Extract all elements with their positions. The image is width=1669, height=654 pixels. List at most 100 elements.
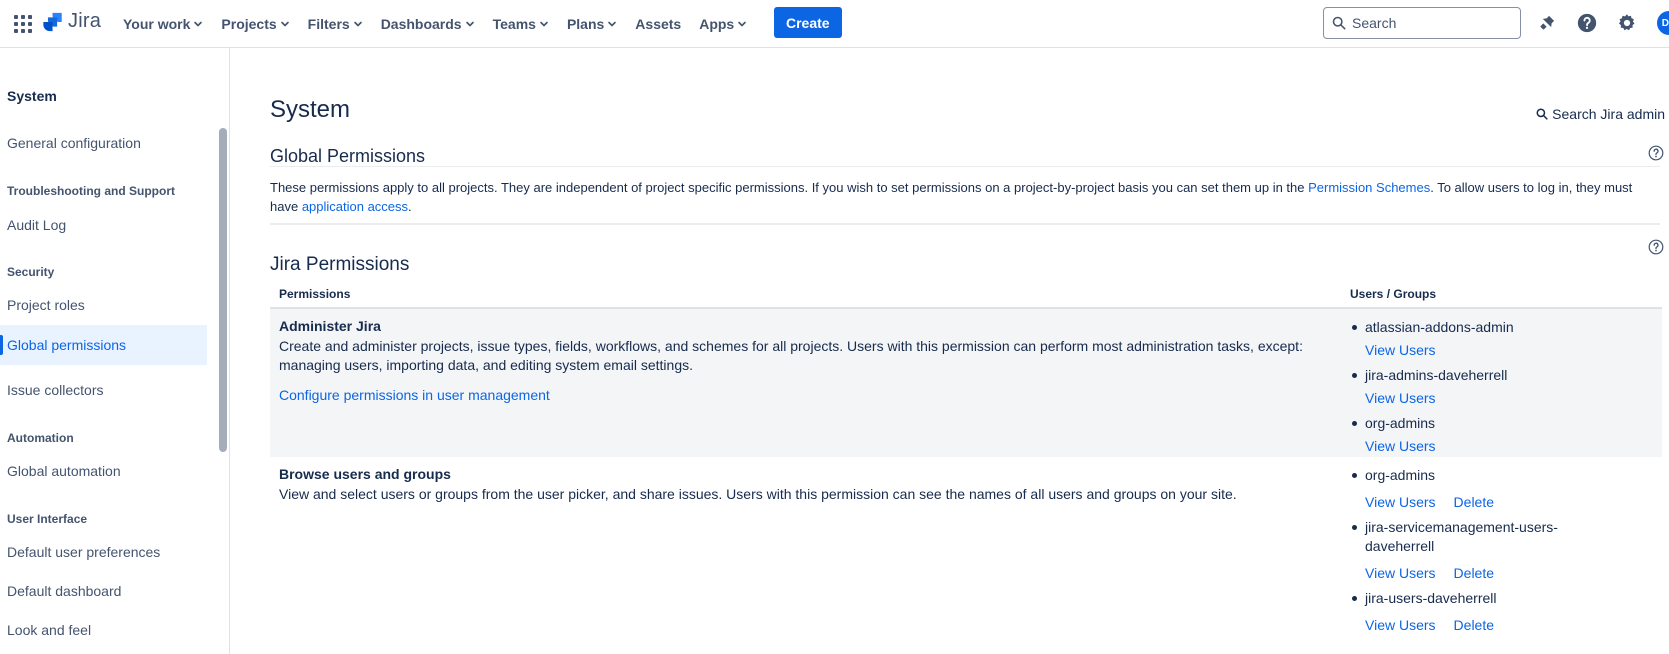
notifications-bell-icon[interactable]	[1535, 11, 1559, 35]
nav-item-your-work[interactable]: Your work	[123, 0, 203, 48]
main-content: System Search Jira admin Global Permissi…	[270, 48, 1669, 654]
application-access-link[interactable]: application access	[302, 199, 408, 214]
sidebar-item-project-roles[interactable]: Project roles	[0, 285, 207, 325]
permission-name: Browse users and groups	[279, 466, 451, 482]
chevron-down-icon	[608, 21, 617, 27]
search-box[interactable]	[1323, 7, 1521, 39]
sidebar-item-default-user-preferences[interactable]: Default user preferences	[0, 532, 207, 572]
view-users-link[interactable]: View Users	[1365, 342, 1436, 358]
chevron-down-icon	[353, 21, 362, 27]
search-jira-admin-link[interactable]: Search Jira admin	[1536, 106, 1665, 122]
chevron-down-icon	[738, 21, 747, 27]
nav-item-label: Projects	[221, 16, 277, 32]
search-icon	[1536, 108, 1548, 120]
permission-name: Administer Jira	[279, 318, 381, 334]
column-header-permissions: Permissions	[279, 287, 351, 301]
top-navigation: Jira Your work Projects Filters Dashboards T…	[0, 0, 1669, 48]
nav-item-dashboards[interactable]: Dashboards	[381, 0, 475, 48]
table-row: Administer Jira Create and administer pr…	[270, 309, 1662, 457]
sidebar-title: System	[7, 88, 57, 104]
group-name: jira-users-daveherrell	[1350, 589, 1650, 608]
groups-list: atlassian-addons-admin View Users jira-a…	[1350, 318, 1650, 462]
sidebar-section-troubleshooting: Troubleshooting and Support	[7, 184, 175, 198]
sidebar-item-global-automation[interactable]: Global automation	[0, 451, 207, 491]
divider	[270, 166, 1660, 167]
view-users-link[interactable]: View Users	[1365, 438, 1436, 454]
group-actions: View Users	[1350, 389, 1650, 408]
group-actions: View Users Delete	[1350, 616, 1650, 635]
group-name: atlassian-addons-admin	[1350, 318, 1650, 337]
nav-item-teams[interactable]: Teams	[493, 0, 549, 48]
list-item: org-admins View Users Delete	[1350, 466, 1650, 512]
nav-item-label: Plans	[566, 16, 605, 32]
delete-link[interactable]: Delete	[1454, 565, 1494, 581]
group-actions: View Users	[1350, 437, 1650, 456]
group-name: org-admins	[1350, 414, 1650, 433]
sidebar-item-general-configuration[interactable]: General configuration	[0, 123, 207, 163]
settings-gear-icon[interactable]	[1615, 11, 1639, 35]
delete-link[interactable]: Delete	[1454, 494, 1494, 510]
nav-item-label: Teams	[492, 16, 536, 32]
page-title: System	[270, 96, 351, 123]
nav-item-apps[interactable]: Apps	[699, 0, 747, 48]
view-users-link[interactable]: View Users	[1365, 617, 1436, 633]
group-actions: View Users	[1350, 341, 1650, 360]
app-switcher-icon[interactable]	[12, 13, 32, 33]
list-item: jira-users-daveherrell View Users Delete	[1350, 589, 1650, 635]
search-jira-admin-label: Search Jira admin	[1552, 106, 1665, 122]
nav-item-label: Dashboards	[380, 16, 462, 32]
sidebar-item-look-and-feel[interactable]: Look and feel	[0, 610, 207, 650]
user-avatar[interactable]: DH	[1657, 11, 1669, 35]
group-name: jira-admins-daveherrell	[1350, 366, 1650, 385]
chevron-down-icon	[194, 21, 203, 27]
table-header-row: Permissions Users / Groups	[270, 281, 1662, 309]
nav-item-label: Assets	[635, 16, 682, 32]
sidebar-item-audit-log[interactable]: Audit Log	[0, 205, 207, 245]
chevron-down-icon	[280, 21, 289, 27]
app-name: Jira	[68, 10, 102, 32]
list-item: jira-servicemanagement-users-daveherrell…	[1350, 518, 1650, 583]
sidebar-item-issue-collectors[interactable]: Issue collectors	[0, 370, 207, 410]
nav-item-plans[interactable]: Plans	[567, 0, 617, 48]
chevron-down-icon	[465, 21, 474, 27]
nav-item-projects[interactable]: Projects	[221, 0, 289, 48]
sidebar-section-security: Security	[7, 265, 55, 279]
view-users-link[interactable]: View Users	[1365, 390, 1436, 406]
permission-schemes-link[interactable]: Permission Schemes	[1308, 180, 1430, 195]
global-permissions-help-icon[interactable]	[1648, 145, 1664, 161]
nav-menu: Your work Projects Filters Dashboards Teams P…	[123, 0, 765, 48]
permission-description: View and select users or groups from the…	[279, 486, 1237, 502]
jira-logo-icon	[43, 12, 62, 31]
sidebar-scrollbar[interactable]	[219, 128, 227, 452]
create-button[interactable]: Create	[774, 7, 842, 38]
sidebar-item-default-dashboard[interactable]: Default dashboard	[0, 571, 207, 611]
permission-description: Create and administer projects, issue ty…	[279, 338, 1303, 373]
help-icon[interactable]	[1575, 11, 1599, 35]
chevron-down-icon	[540, 21, 548, 27]
list-item: atlassian-addons-admin View Users	[1350, 318, 1650, 360]
divider	[270, 223, 1660, 225]
table-row: Browse users and groups View and select …	[270, 457, 1662, 654]
permissions-table: Permissions Users / Groups Administer Ji…	[270, 281, 1662, 654]
group-name: jira-servicemanagement-users-daveherrell	[1350, 518, 1580, 556]
column-header-users-groups: Users / Groups	[1350, 287, 1437, 301]
configure-permissions-link[interactable]: Configure permissions in user management	[279, 387, 550, 403]
view-users-link[interactable]: View Users	[1365, 494, 1436, 510]
search-icon	[1332, 16, 1346, 30]
nav-item-assets[interactable]: Assets	[635, 0, 681, 48]
view-users-link[interactable]: View Users	[1365, 565, 1436, 581]
nav-item-label: Your work	[123, 16, 191, 32]
list-item: jira-admins-daveherrell View Users	[1350, 366, 1650, 408]
delete-link[interactable]: Delete	[1454, 617, 1494, 633]
sidebar-section-automation: Automation	[7, 431, 74, 445]
nav-item-filters[interactable]: Filters	[308, 0, 363, 48]
group-actions: View Users Delete	[1350, 564, 1650, 583]
global-permissions-heading: Global Permissions	[270, 146, 426, 166]
jira-logo[interactable]: Jira	[42, 10, 101, 33]
jira-permissions-help-icon[interactable]	[1648, 239, 1664, 255]
sidebar-item-global-permissions[interactable]: Global permissions	[0, 325, 207, 365]
search-input[interactable]	[1352, 15, 1512, 31]
group-name: org-admins	[1350, 466, 1650, 485]
sidebar: System General configuration Troubleshoo…	[0, 48, 230, 654]
groups-list: org-admins View Users Delete jira-service…	[1350, 466, 1650, 641]
